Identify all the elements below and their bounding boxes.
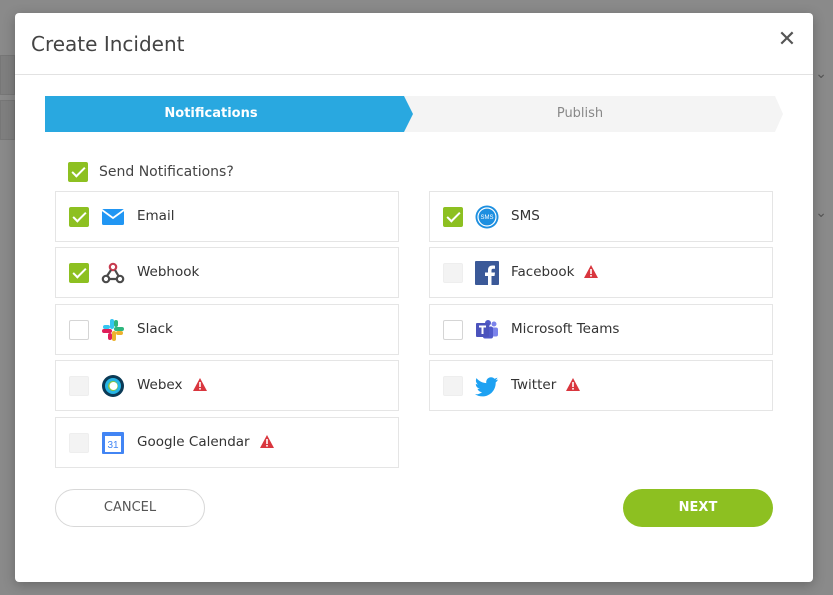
facebook-icon	[475, 261, 499, 285]
stepper: Notifications Publish	[45, 96, 783, 132]
modal-title: Create Incident	[31, 32, 185, 56]
sms-label: SMS	[511, 208, 540, 224]
facebook-checkbox[interactable]	[443, 263, 463, 283]
background-panel	[0, 100, 15, 140]
twitter-icon	[475, 377, 498, 397]
slack-label: Slack	[137, 321, 173, 337]
facebook-label-text: Facebook	[511, 264, 575, 280]
channel-option-slack: Slack	[55, 304, 399, 355]
microsoft-teams-icon	[476, 320, 498, 339]
warning-icon	[566, 378, 581, 391]
channel-option-google-calendar: 31 Google Calendar	[55, 417, 399, 468]
background-chevron-icon: ⌄	[815, 205, 827, 221]
next-button[interactable]: NEXT	[623, 489, 773, 527]
email-label: Email	[137, 208, 175, 224]
step-publish[interactable]: Publish	[405, 96, 755, 132]
webhook-checkbox[interactable]	[69, 263, 89, 283]
email-icon	[101, 209, 125, 225]
webhook-label: Webhook	[137, 264, 200, 280]
google-calendar-icon-text: 31	[107, 440, 119, 451]
google-calendar-checkbox[interactable]	[69, 433, 89, 453]
background-panel	[0, 55, 15, 95]
microsoft-teams-checkbox[interactable]	[443, 320, 463, 340]
warning-icon	[584, 265, 599, 278]
create-incident-modal: Create Incident ✕ Notifications Publish …	[15, 13, 813, 582]
close-button[interactable]: ✕	[777, 29, 797, 53]
slack-icon	[102, 319, 124, 341]
channel-option-facebook: Facebook	[429, 247, 773, 298]
warning-icon	[192, 378, 207, 391]
sms-icon: SMS	[475, 205, 499, 229]
google-calendar-icon: 31	[102, 432, 124, 454]
background-chevron-icon: ⌄	[815, 66, 827, 82]
send-notifications-label: Send Notifications?	[99, 164, 234, 180]
email-checkbox[interactable]	[69, 207, 89, 227]
send-notifications-row: Send Notifications?	[68, 162, 234, 182]
facebook-label: Facebook	[511, 264, 599, 280]
webex-icon	[102, 375, 124, 397]
twitter-label-text: Twitter	[511, 377, 557, 393]
channel-option-webex: Webex	[55, 360, 399, 411]
slack-checkbox[interactable]	[69, 320, 89, 340]
channel-option-twitter: Twitter	[429, 360, 773, 411]
sms-checkbox[interactable]	[443, 207, 463, 227]
channel-option-microsoft-teams: Microsoft Teams	[429, 304, 773, 355]
webex-checkbox[interactable]	[69, 376, 89, 396]
twitter-label: Twitter	[511, 377, 581, 393]
cancel-button[interactable]: CANCEL	[55, 489, 205, 527]
webex-label: Webex	[137, 377, 207, 393]
send-notifications-checkbox[interactable]	[68, 162, 88, 182]
twitter-checkbox[interactable]	[443, 376, 463, 396]
google-calendar-label-text: Google Calendar	[137, 434, 250, 450]
channel-option-sms: SMS SMS	[429, 191, 773, 242]
webex-label-text: Webex	[137, 377, 183, 393]
sms-icon-text: SMS	[480, 215, 493, 221]
step-notifications[interactable]: Notifications	[45, 96, 377, 132]
microsoft-teams-label: Microsoft Teams	[511, 321, 620, 337]
warning-icon	[259, 435, 274, 448]
modal-header: Create Incident ✕	[15, 13, 813, 75]
google-calendar-label: Google Calendar	[137, 434, 274, 450]
channel-option-email: Email	[55, 191, 399, 242]
webhook-icon	[101, 262, 125, 284]
channel-option-webhook: Webhook	[55, 247, 399, 298]
